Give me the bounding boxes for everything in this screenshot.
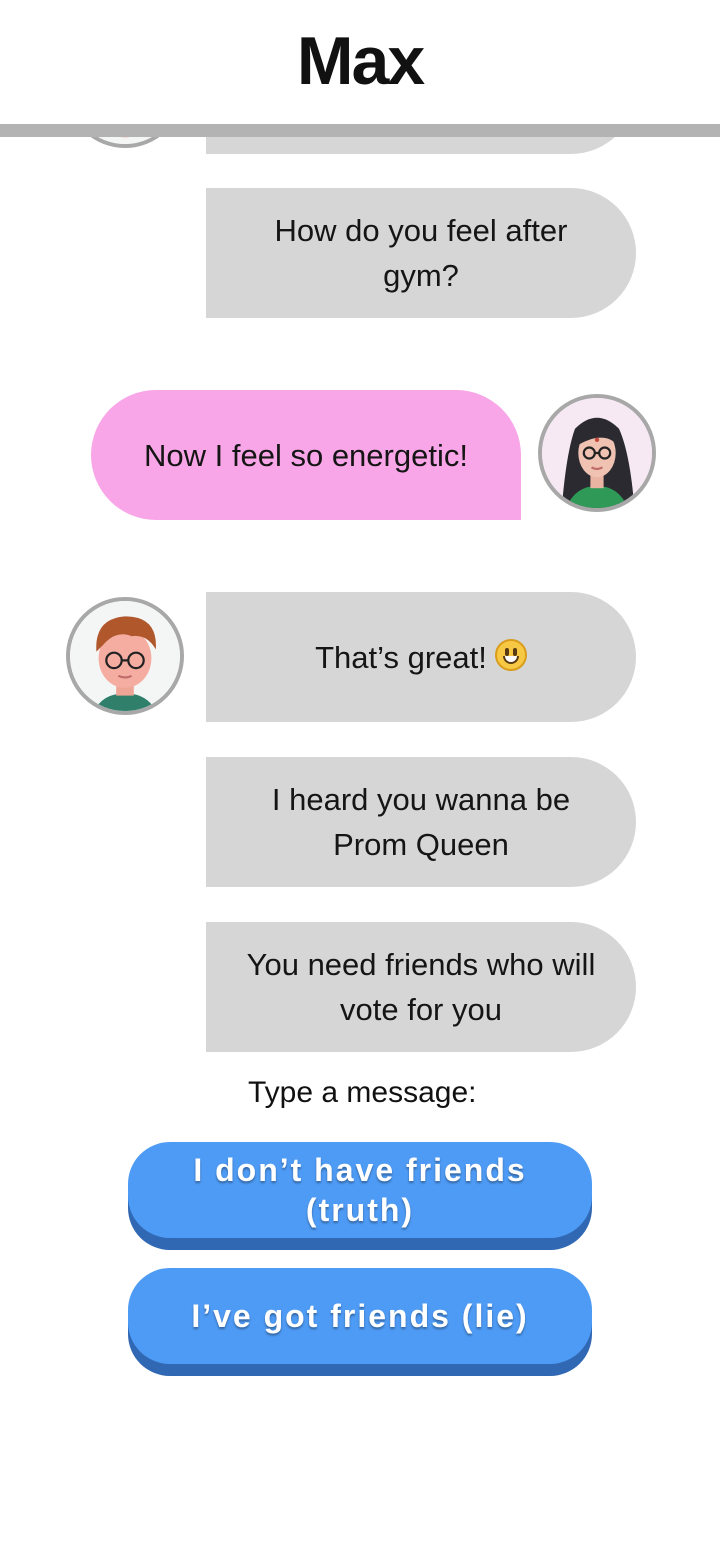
message-bubble-incoming: That’s great! xyxy=(206,592,636,722)
chat-thread: How do you feel after gym? Now I feel so… xyxy=(0,0,720,1560)
message-bubble-incoming: How do you feel after gym? xyxy=(206,188,636,318)
message-bubble-incoming: I heard you wanna be Prom Queen xyxy=(206,757,636,887)
message-bubble-outgoing: Now I feel so energetic! xyxy=(91,390,521,520)
reply-option-label: I’ve got friends (lie) xyxy=(191,1298,529,1334)
reply-option-lie-button[interactable]: I’ve got friends (lie) xyxy=(128,1268,592,1364)
reply-prompt-label: Type a message: xyxy=(248,1076,477,1109)
header-divider xyxy=(0,124,720,137)
dark-haired-girl-avatar-icon xyxy=(542,398,652,508)
message-text: You need friends who will vote for you xyxy=(246,947,596,1027)
contact-name-title: Max xyxy=(296,23,425,99)
reply-option-truth-button[interactable]: I don’t have friends (truth) xyxy=(128,1142,592,1238)
message-text: Now I feel so energetic! xyxy=(144,437,468,473)
message-bubble-incoming: You need friends who will vote for you xyxy=(206,922,636,1052)
message-text: How do you feel after gym? xyxy=(274,213,568,293)
chat-header: Max xyxy=(0,0,720,124)
user-avatar xyxy=(538,394,656,512)
message-text: I heard you wanna be Prom Queen xyxy=(271,782,571,862)
message-text: That’s great! xyxy=(315,639,487,675)
reply-option-label: I don’t have friends (truth) xyxy=(193,1152,527,1228)
red-haired-boy-avatar-icon xyxy=(70,601,180,711)
contact-avatar xyxy=(66,597,184,715)
grinning-face-icon xyxy=(494,639,527,671)
